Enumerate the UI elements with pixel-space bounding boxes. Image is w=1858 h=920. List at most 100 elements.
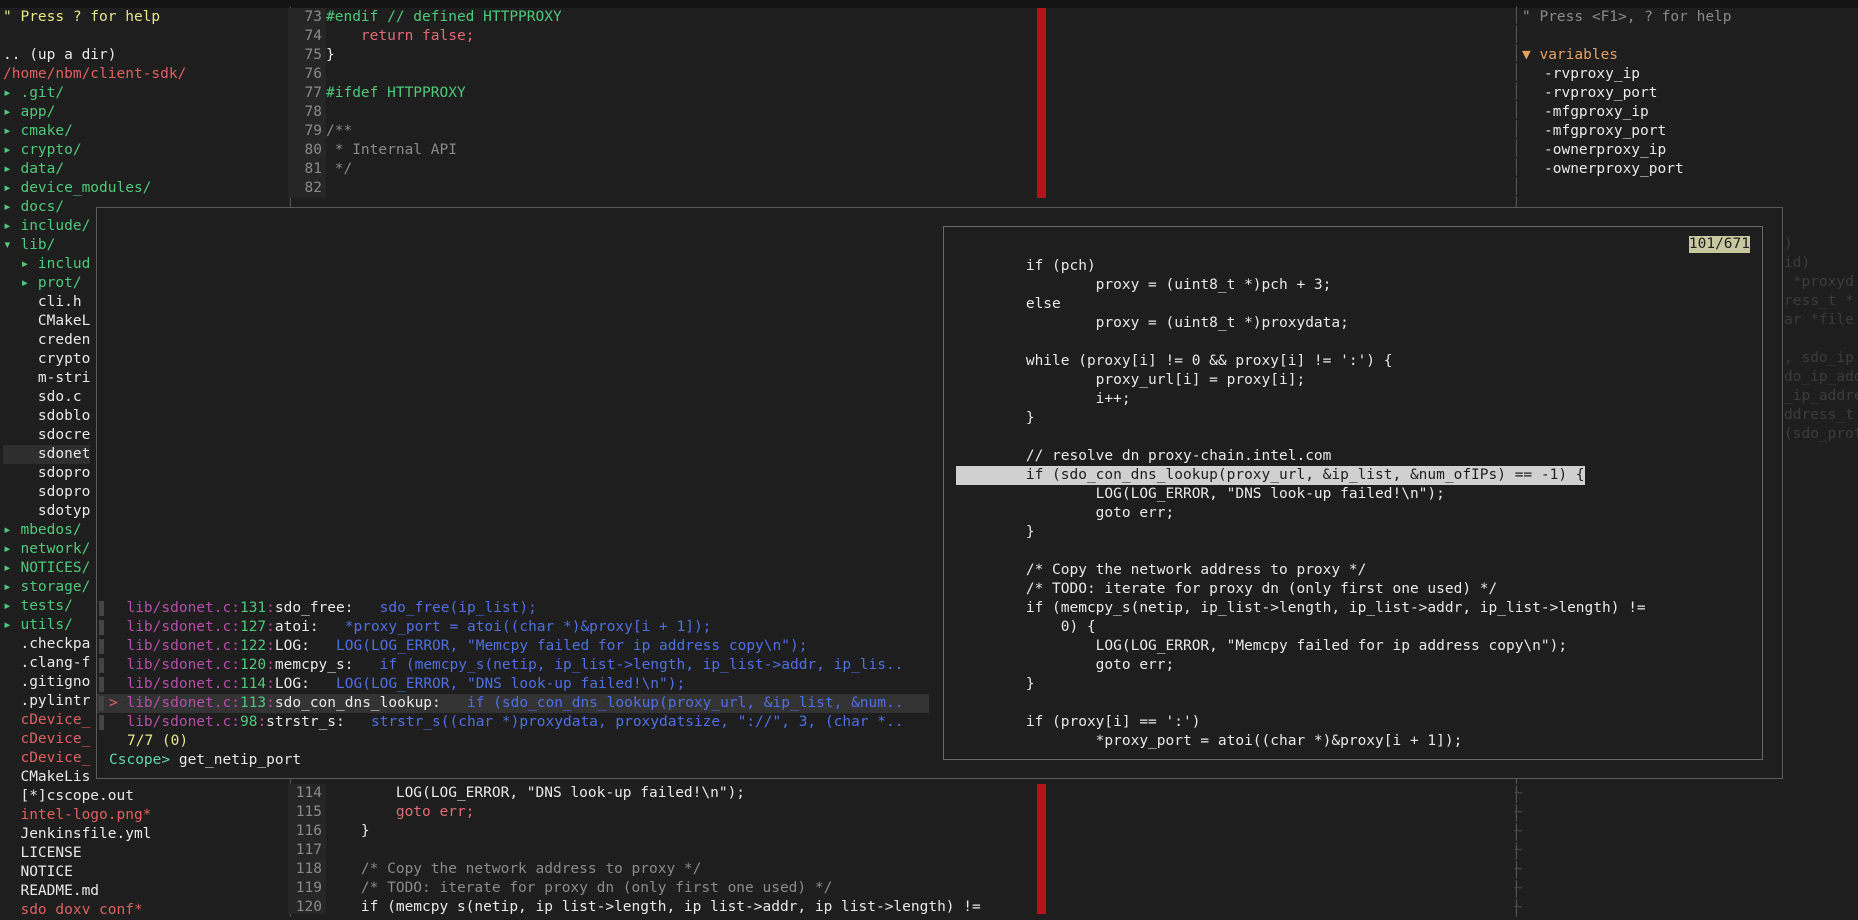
code-line[interactable]: /* TODO: iterate for proxy dn (only firs…	[326, 879, 832, 898]
nerdtree-item[interactable]: .checkpa	[3, 635, 90, 654]
preview-code-line: proxy_url[i] = proxy[i];	[956, 372, 1306, 388]
code-line[interactable]: if (memcpy_s(netip, ip_list->length, ip_…	[326, 898, 981, 914]
nerdtree-item[interactable]: README.md	[3, 882, 99, 901]
empty-line-marker: ~	[1514, 899, 1523, 914]
background-fragment: *proxyd	[1784, 274, 1854, 290]
fzf-result-row[interactable]: lib/sdonet.c:120:memcpy_s: if (memcpy_s(…	[97, 656, 929, 675]
nerdtree-item[interactable]: LICENSE	[3, 844, 81, 863]
nerdtree-item[interactable]: cli.h	[3, 293, 82, 312]
nerdtree-item[interactable]: ▸ network/	[3, 540, 90, 559]
fzf-result-row[interactable]: lib/sdonet.c:122:LOG: LOG(LOG_ERROR, "Me…	[97, 637, 929, 656]
editor-code-bottom[interactable]: LOG(LOG_ERROR, "DNS look-up failed!\n");…	[326, 784, 1036, 914]
nerdtree-up-dir[interactable]: .. (up a dir)	[3, 46, 117, 65]
nerdtree-item[interactable]: sdoblo	[3, 407, 90, 426]
fzf-selection-marker	[109, 657, 126, 673]
line-number-gutter-bottom: 114 115 116 117 118 119 120	[288, 784, 326, 915]
tagbar-variable-item[interactable]: -mfgproxy_ip	[1544, 103, 1649, 122]
fzf-result-row[interactable]: lib/sdonet.c:127:atoi: *proxy_port = ato…	[97, 618, 929, 637]
preview-code-line: *proxy_port = atoi((char *)&proxy[i + 1]…	[956, 733, 1463, 749]
nerdtree-item[interactable]: cDevice_	[3, 711, 90, 730]
fzf-result-text: LOG(LOG_ERROR, "DNS look-up failed!\n");	[309, 676, 686, 692]
fzf-result-delimiter: :	[231, 695, 240, 711]
nerdtree-item[interactable]: .gitigno	[3, 673, 90, 692]
nerdtree-item[interactable]: crypto	[3, 350, 90, 369]
nerdtree-root-path[interactable]: /home/nbm/client-sdk/	[3, 65, 186, 84]
nerdtree-item[interactable]: .clang-f	[3, 654, 90, 673]
nerdtree-item[interactable]: ▸ docs/	[3, 198, 64, 217]
code-line[interactable]: goto err;	[326, 803, 475, 822]
line-number: 116	[295, 823, 322, 839]
code-line[interactable]: */	[326, 160, 352, 179]
fzf-query-input[interactable]: get_netip_port	[179, 752, 301, 768]
tagbar-variable-item[interactable]: -mfgproxy_port	[1544, 122, 1666, 141]
code-line[interactable]: /* Copy the network address to proxy */	[326, 860, 701, 879]
fzf-prompt-line[interactable]: Cscope> get_netip_port	[109, 751, 301, 770]
nerdtree-item[interactable]: [*]cscope.out	[3, 787, 134, 806]
code-line[interactable]: }	[326, 822, 370, 841]
nerdtree-item[interactable]: ▾ lib/	[3, 236, 55, 255]
fzf-result-row[interactable]: > lib/sdonet.c:113:sdo_con_dns_lookup: i…	[97, 694, 929, 713]
nerdtree-item[interactable]: cDevice_	[3, 730, 90, 749]
preview-code-line: goto err;	[956, 657, 1175, 673]
nerdtree-item[interactable]: sdo.c	[3, 388, 82, 407]
code-line[interactable]: /**	[326, 122, 352, 141]
fzf-result-row[interactable]: lib/sdonet.c:114:LOG: LOG(LOG_ERROR, "DN…	[97, 675, 929, 694]
nerdtree-item[interactable]: creden	[3, 331, 90, 350]
nerdtree-item[interactable]: ▸ mbedos/	[3, 521, 82, 540]
tagbar-section-variables[interactable]: ▼ variables	[1522, 46, 1618, 65]
nerdtree-item[interactable]: ▸ NOTICES/	[3, 559, 90, 578]
nerdtree-item[interactable]: ▸ storage/	[3, 578, 90, 597]
line-number: 78	[304, 104, 322, 120]
code-line[interactable]: * Internal API	[326, 141, 457, 160]
nerdtree-item[interactable]: ▸ includ	[3, 255, 90, 274]
nerdtree-item[interactable]: sdopro	[3, 483, 90, 502]
line-number: 118	[295, 861, 322, 877]
empty-line-marker: ~	[1514, 880, 1523, 896]
fzf-preview-window[interactable]: 101/671 if (pch) proxy = (uint8_t *)pch …	[943, 226, 1763, 760]
fzf-result-text: if (memcpy_s(netip, ip_list->length, ip_…	[353, 657, 904, 673]
nerdtree-item[interactable]: m-stri	[3, 369, 90, 388]
nerdtree-item[interactable]: sdocre	[3, 426, 90, 445]
fzf-result-line: 113	[239, 695, 267, 711]
fzf-result-line: 120	[239, 657, 267, 673]
nerdtree-item[interactable]: sdopro	[3, 464, 90, 483]
code-line[interactable]: }	[326, 46, 335, 65]
nerdtree-item[interactable]: NOTICE	[3, 863, 72, 882]
fzf-result-row[interactable]: lib/sdonet.c:98:strstr_s: strstr_s((char…	[97, 713, 929, 732]
nerdtree-item[interactable]: ▸ crypto/	[3, 141, 82, 160]
tagbar-variable-item[interactable]: -ownerproxy_port	[1544, 160, 1684, 179]
tagbar-variable-item[interactable]: -rvproxy_ip	[1544, 65, 1640, 84]
nerdtree-item[interactable]: ▸ tests/	[3, 597, 73, 616]
fzf-selection-marker	[109, 638, 126, 654]
nerdtree-item[interactable]: CMakeLis	[3, 768, 90, 787]
nerdtree-item[interactable]: ▸ cmake/	[3, 122, 73, 141]
nerdtree-item[interactable]: ▸ prot/	[3, 274, 81, 293]
nerdtree-item[interactable]: sdo_doxy_conf*	[3, 901, 142, 914]
background-fragment: (sdo_prot	[1784, 426, 1858, 442]
fzf-result-row[interactable]: lib/sdonet.c:131:sdo_free: sdo_free(ip_l…	[97, 599, 929, 618]
code-line[interactable]: #ifdef HTTPPROXY	[326, 84, 466, 103]
preview-code-line: }	[956, 410, 1035, 426]
nerdtree-item[interactable]: ▸ include/	[3, 217, 90, 236]
code-line[interactable]: #endif // defined HTTPPROXY	[326, 8, 562, 27]
code-line[interactable]: return false;	[326, 27, 475, 46]
nerdtree-item[interactable]: CMakeL	[3, 312, 90, 331]
nerdtree-item[interactable]: intel-logo.png*	[3, 806, 151, 825]
fzf-result-text: if (sdo_con_dns_lookup(proxy_url, &ip_li…	[440, 695, 904, 711]
nerdtree-item[interactable]: ▸ .git/	[3, 84, 64, 103]
nerdtree-item[interactable]: sdotyp	[3, 502, 90, 521]
nerdtree-item[interactable]: .pylintr	[3, 692, 90, 711]
nerdtree-item[interactable]: ▸ device_modules/	[3, 179, 151, 198]
nerdtree-item[interactable]: cDevice_	[3, 749, 90, 768]
preview-code-line: goto err;	[956, 505, 1175, 521]
tagbar-variable-item[interactable]: -ownerproxy_ip	[1544, 141, 1666, 160]
nerdtree-item[interactable]: ▸ utils/	[3, 616, 73, 635]
nerdtree-item[interactable]: Jenkinsfile.yml	[3, 825, 151, 844]
nerdtree-item[interactable]: ▸ data/	[3, 160, 64, 179]
editor-code-top[interactable]: #endif // defined HTTPPROXY return false…	[326, 8, 1036, 198]
nerdtree-item[interactable]: ▸ app/	[3, 103, 55, 122]
tagbar-variable-item[interactable]: -rvproxy_port	[1544, 84, 1658, 103]
code-line[interactable]: LOG(LOG_ERROR, "DNS look-up failed!\n");	[326, 784, 745, 803]
nerdtree-item[interactable]: sdonet	[3, 445, 91, 464]
line-number: 77	[304, 85, 322, 101]
